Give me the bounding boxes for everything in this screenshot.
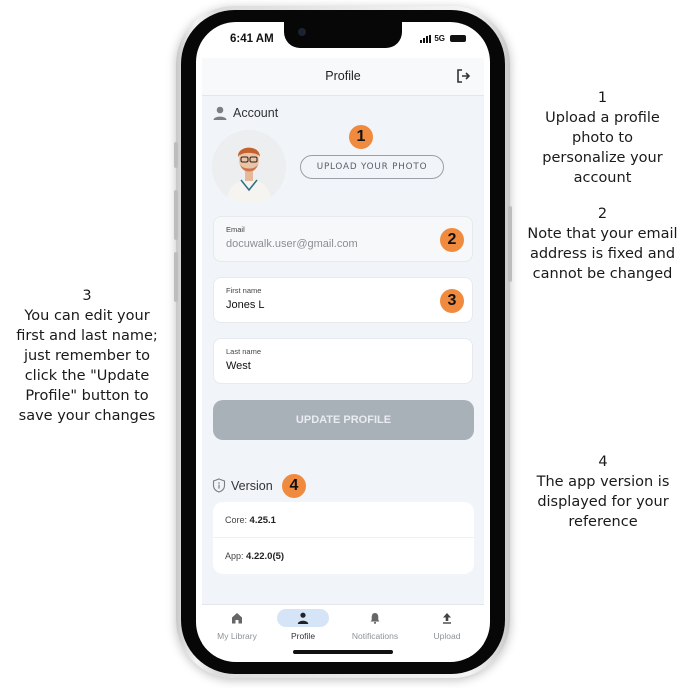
last-name-field[interactable]: Last name (213, 338, 473, 384)
bell-icon (370, 613, 380, 624)
upload-photo-button[interactable]: UPLOAD YOUR PHOTO (300, 155, 444, 179)
battery-icon (450, 35, 466, 42)
app-version-row: App: 4.22.0(5) (213, 538, 474, 574)
tab-profile[interactable]: Profile (268, 609, 338, 653)
step-badge-2: 2 (440, 228, 464, 252)
tab-notifications[interactable]: Notifications (340, 609, 410, 653)
last-name-label: Last name (226, 347, 262, 356)
tab-label: Profile (290, 631, 316, 641)
tab-upload[interactable]: Upload (412, 609, 482, 653)
upload-icon (443, 613, 451, 624)
step-badge-4: 4 (282, 474, 306, 498)
logout-icon[interactable] (454, 67, 472, 85)
status-time: 6:41 AM (230, 33, 274, 45)
avatar[interactable] (212, 130, 286, 204)
power-button (508, 206, 512, 282)
annotation-number: 2 (597, 206, 608, 222)
annotation-number: 1 (597, 90, 608, 106)
email-field: Email (213, 216, 473, 262)
last-name-input[interactable] (226, 360, 426, 372)
first-name-input[interactable] (226, 299, 426, 311)
tab-label: Upload (433, 631, 461, 641)
annotation-1: 1 Upload a profile photo to personalize … (530, 88, 675, 188)
notch (284, 22, 402, 48)
status-indicators: 5G (420, 34, 466, 43)
step-badge-3: 3 (440, 289, 464, 313)
annotation-4: 4 The app version is displayed for your … (528, 452, 678, 532)
tab-label: My Library (217, 631, 257, 641)
tab-label: Notifications (351, 631, 399, 641)
volume-up-button (174, 190, 178, 240)
update-profile-button[interactable]: UPDATE PROFILE (213, 400, 474, 440)
signal-icon (420, 34, 432, 43)
step-badge-1: 1 (349, 125, 373, 149)
annotation-number: 3 (82, 288, 92, 304)
annotation-text: The app version is displayed for your re… (536, 474, 670, 530)
page-title: Profile (325, 69, 361, 83)
home-icon (232, 613, 242, 624)
annotation-text: Upload a profile photo to personalize yo… (542, 110, 663, 186)
core-version-value: 4.25.1 (249, 515, 276, 526)
app-version-value: 4.22.0(5) (246, 551, 285, 562)
version-section-label: Version (231, 478, 273, 493)
network-label: 5G (434, 34, 445, 43)
core-version-row: Core: 4.25.1 (213, 502, 474, 538)
annotation-number: 4 (598, 454, 608, 470)
volume-down-button (174, 252, 178, 302)
annotation-text: Note that your email address is fixed an… (527, 226, 678, 282)
first-name-field[interactable]: First name (213, 277, 473, 323)
core-version-label: Core: (225, 515, 248, 525)
annotation-text: You can edit your first and last name; j… (16, 308, 158, 424)
version-section-header: Version (212, 478, 273, 493)
phone-screen: 6:41 AM 5G Profile Account 1 UPLOAD YOUR… (196, 22, 490, 662)
first-name-label: First name (226, 286, 262, 295)
email-label: Email (226, 225, 245, 234)
annotation-3: 3 You can edit your first and last name;… (8, 286, 166, 426)
annotation-2: 2 Note that your email address is fixed … (525, 204, 680, 284)
account-section-label: Account (233, 106, 279, 120)
person-icon (297, 612, 309, 624)
email-input (226, 238, 426, 250)
mute-switch (174, 142, 178, 168)
version-card: Core: 4.25.1 App: 4.22.0(5) (213, 502, 474, 574)
profile-photo (212, 130, 286, 204)
person-icon (213, 106, 227, 120)
home-indicator[interactable] (293, 650, 393, 654)
app-version-label: App: (225, 551, 244, 561)
tab-my-library[interactable]: My Library (202, 609, 272, 653)
camera-icon (298, 28, 306, 36)
shield-info-icon (212, 478, 226, 493)
account-section-header: Account (212, 106, 278, 120)
app-header: Profile (202, 58, 484, 96)
profile-screen: Profile Account 1 UPLOAD YOUR PHOTO Emai… (202, 58, 484, 658)
